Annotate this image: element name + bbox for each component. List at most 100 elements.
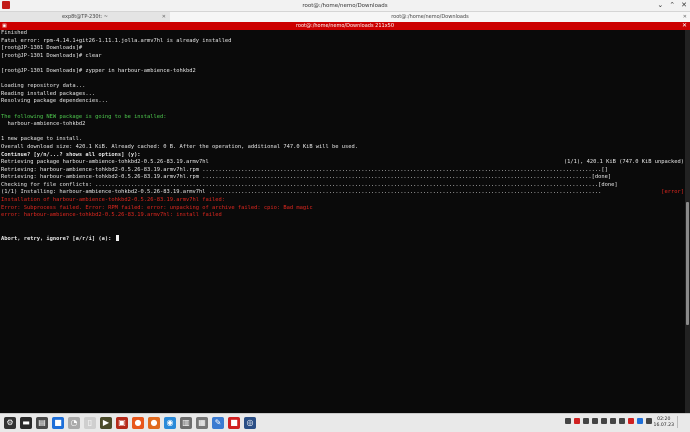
- clock-date: 16.07.23: [653, 422, 674, 428]
- tab-exp8t[interactable]: exp8t@TP-230t: ~ ✕: [0, 12, 170, 22]
- tab-close-icon[interactable]: ✕: [162, 14, 166, 20]
- file-manager-icon[interactable]: ▤: [36, 417, 48, 429]
- tray-icon[interactable]: [628, 418, 634, 424]
- document-icon[interactable]: ▯: [84, 417, 96, 429]
- tray-icon[interactable]: [592, 418, 598, 424]
- terminal-line-text: The following NEW package is going to be…: [1, 113, 167, 120]
- firefox-icon[interactable]: ●: [132, 417, 144, 429]
- steam-icon[interactable]: ◎: [244, 417, 256, 429]
- terminal-line-text: harbour-ambience-tohkbd2: [1, 121, 86, 128]
- window-title: root@:/home/nemo/Downloads: [302, 2, 388, 9]
- app-launcher-icon[interactable]: ⚙: [4, 417, 16, 429]
- terminal-line: 1 new package to install.: [1, 136, 685, 144]
- tray-icon[interactable]: [610, 418, 616, 424]
- window-controls: ⌄ ⌃ ✕: [657, 1, 687, 10]
- blue-app-icon[interactable]: ■: [52, 417, 64, 429]
- terminal-line-text: Fatal error: rpm-4.14.1+git26-1.11.1.jol…: [1, 37, 232, 44]
- terminal-line-text: Abort, retry, ignore? [a/r/i] (a):: [1, 236, 115, 243]
- terminal-line-text: Overall download size: 420.1 KiB. Alread…: [1, 143, 358, 150]
- terminal-line-text: [root@JP-1301 Downloads]#: [1, 45, 86, 52]
- terminal-menu-icon[interactable]: ▣: [2, 23, 7, 29]
- terminal-line-text: Checking for file conflicts: ...........…: [1, 181, 618, 188]
- konsole-icon[interactable]: ▣: [116, 417, 128, 429]
- edit-icon[interactable]: ✎: [212, 417, 224, 429]
- show-desktop-button[interactable]: [677, 416, 688, 428]
- terminal-line: Finished: [1, 30, 685, 38]
- terminal-line-text: error: harbour-ambience-tohkbd2-0.5.26-8…: [1, 212, 222, 219]
- terminal-line: Resolving package dependencies...: [1, 98, 685, 106]
- terminal-line-text: Installation of harbour-ambience-tohkbd2…: [1, 197, 225, 204]
- close-icon[interactable]: ✕: [681, 1, 687, 10]
- terminal-line: Reading installed packages...: [1, 91, 685, 99]
- terminal-line: (1/1) Installing: harbour-ambience-tohkb…: [1, 189, 685, 198]
- terminal-line-text: 1 new package to install.: [1, 136, 83, 143]
- terminal-line-right-text: (1/1), 420.1 KiB (747.0 KiB unpacked): [563, 159, 684, 167]
- terminal-line: Installation of harbour-ambience-tohkbd2…: [1, 197, 685, 205]
- terminal-line: Retrieving: harbour-ambience-tohkbd2-0.5…: [1, 167, 685, 175]
- terminal-line: The following NEW package is going to be…: [1, 114, 685, 122]
- terminal-line: Overall download size: 420.1 KiB. Alread…: [1, 144, 685, 152]
- minimize-icon[interactable]: ⌄: [657, 1, 663, 10]
- tray-icon[interactable]: [601, 418, 607, 424]
- terminal-line-text: Retrieving package harbour-ambience-tohk…: [1, 159, 209, 166]
- tray-icon[interactable]: [583, 418, 589, 424]
- printer-icon[interactable]: ▦: [196, 417, 208, 429]
- terminal-line: [root@JP-1301 Downloads]# zypper in harb…: [1, 68, 685, 76]
- terminal-line: harbour-ambience-tohkbd2: [1, 121, 685, 129]
- terminal-close-icon[interactable]: ✕: [682, 22, 687, 30]
- scrollbar-thumb[interactable]: [686, 202, 689, 325]
- terminal-line: Checking for file conflicts: ...........…: [1, 182, 685, 190]
- terminal-line-text: Resolving package dependencies...: [1, 98, 109, 105]
- tab-root-downloads[interactable]: root@:/home/nemo/Downloads ✕: [170, 12, 690, 22]
- terminal-line-text: Reading installed packages...: [1, 90, 96, 97]
- tab-bar: exp8t@TP-230t: ~ ✕ root@:/home/nemo/Down…: [0, 12, 690, 22]
- terminal-line-text: Finished: [1, 30, 27, 36]
- terminal-app-icon: [2, 1, 10, 9]
- tab-label: exp8t@TP-230t: ~: [62, 14, 108, 20]
- firefox-alt-icon[interactable]: ●: [148, 417, 160, 429]
- terminal-line: error: harbour-ambience-tohkbd2-0.5.26-8…: [1, 212, 685, 220]
- terminal-line: Fatal error: rpm-4.14.1+git26-1.11.1.jol…: [1, 38, 685, 46]
- terminal-line: Retrieving package harbour-ambience-tohk…: [1, 159, 685, 167]
- terminal-line: Continue? [y/n/...? shows all options] (…: [1, 152, 685, 160]
- window-title-bar: root@:/home/nemo/Downloads ⌄ ⌃ ✕: [0, 0, 690, 12]
- terminal-line-text: (1/1) Installing: harbour-ambience-tohkb…: [1, 189, 602, 196]
- scrollbar[interactable]: [685, 30, 690, 413]
- terminal-line: Error: Subprocess failed. Error: RPM fai…: [1, 205, 685, 213]
- terminal-line-text: Retrieving: harbour-ambience-tohkbd2-0.5…: [1, 166, 608, 173]
- terminal-title-bar: ▣ root@:/home/nemo/Downloads 211x50 ✕: [0, 22, 690, 30]
- terminal-line-text: [root@JP-1301 Downloads]# clear: [1, 52, 102, 59]
- terminal-line: Retrieving: harbour-ambience-tohkbd2-0.5…: [1, 174, 685, 182]
- system-tray: [565, 418, 652, 424]
- tray-icon[interactable]: [565, 418, 571, 424]
- tray-icon[interactable]: [646, 418, 652, 424]
- red-app-icon[interactable]: ■: [228, 417, 240, 429]
- tray-icon[interactable]: [637, 418, 643, 424]
- tray-icon[interactable]: [574, 418, 580, 424]
- tab-close-icon[interactable]: ✕: [683, 14, 687, 20]
- globe-icon[interactable]: ◉: [164, 417, 176, 429]
- tray-icon[interactable]: [619, 418, 625, 424]
- terminal-line-right-text: [error]: [661, 189, 684, 198]
- folder-icon[interactable]: ▥: [180, 417, 192, 429]
- terminal-line-text: Retrieving: harbour-ambience-tohkbd2-0.5…: [1, 174, 612, 181]
- clock-app-icon[interactable]: ◔: [68, 417, 80, 429]
- tab-label: root@:/home/nemo/Downloads: [391, 14, 469, 20]
- terminal-line: Abort, retry, ignore? [a/r/i] (a):: [1, 235, 685, 243]
- terminal-line: [root@JP-1301 Downloads]# clear: [1, 53, 685, 61]
- clock[interactable]: 02:20 16.07.23: [654, 417, 674, 428]
- text-cursor: [115, 235, 119, 242]
- terminal-line-text: [root@JP-1301 Downloads]# zypper in harb…: [1, 67, 196, 74]
- terminal-line-text: Continue? [y/n/...? shows all options] (…: [1, 151, 144, 158]
- terminal-icon[interactable]: ▬: [20, 417, 32, 429]
- terminal-title: root@:/home/nemo/Downloads 211x50: [295, 23, 395, 29]
- terminal-line: Loading repository data...: [1, 83, 685, 91]
- terminal-output[interactable]: Finished Fatal error: rpm-4.14.1+git26-1.…: [0, 30, 685, 413]
- maximize-icon[interactable]: ⌃: [669, 1, 675, 10]
- media-app-icon[interactable]: ▶: [100, 417, 112, 429]
